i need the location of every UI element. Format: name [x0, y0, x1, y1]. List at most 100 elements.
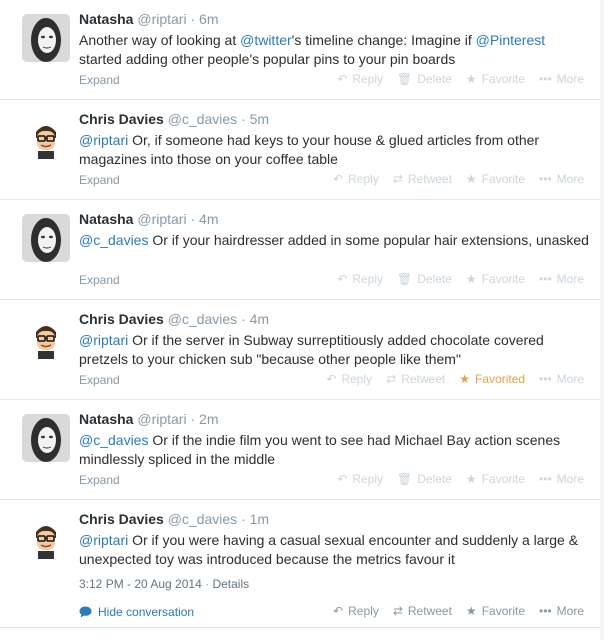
reply-button[interactable]: ↶ Reply [333, 172, 379, 186]
tweet-item-expanded[interactable]: Chris Davies @c_davies · 1m @riptari Or … [0, 500, 600, 628]
favorite-button[interactable]: ★ Favorite [466, 172, 525, 186]
tweet-text: @riptari Or, if someone had keys to your… [79, 131, 589, 169]
tweet-fullname[interactable]: Chris Davies [79, 511, 164, 527]
avatar-natasha[interactable] [22, 214, 70, 262]
retweet-button[interactable]: ⇄ Retweet [393, 604, 452, 618]
tweet-text: @c_davies Or if your hairdresser added i… [79, 231, 589, 250]
tweet-screen-name[interactable]: @riptari [137, 211, 186, 227]
expand-link[interactable]: Expand [79, 373, 120, 387]
delete-label: Delete [417, 272, 452, 286]
tweet-timestamp[interactable]: 1m [250, 511, 269, 527]
favorite-button[interactable]: ★ Favorite [466, 472, 525, 486]
tweet-header: Chris Davies @c_davies · 4m [79, 311, 269, 327]
tweet-item[interactable]: Chris Davies @c_davies · 4m @riptari Or … [0, 300, 600, 400]
avatar-natasha[interactable] [22, 14, 70, 62]
retweet-label: Retweet [407, 604, 452, 618]
more-button[interactable]: ••• More [539, 72, 584, 86]
hide-conversation-link[interactable]: Hide conversation [79, 605, 194, 619]
more-button[interactable]: ••• More [539, 272, 584, 286]
reply-label: Reply [341, 372, 373, 386]
tweet-screen-name[interactable]: @c_davies [168, 511, 237, 527]
tweet-actions: ↶ Reply 🗑 Delete ★ Favorite ••• More [337, 472, 584, 486]
tweet-text-part: Or, if someone had keys to your house & … [79, 132, 540, 167]
reply-button[interactable]: ↶ Reply [333, 604, 379, 618]
mention-link[interactable]: @riptari [79, 132, 128, 148]
reply-button[interactable]: ↶ Reply [337, 72, 383, 86]
favorite-star-icon: ★ [465, 72, 477, 86]
tweet-fullname[interactable]: Natasha [79, 211, 133, 227]
retweet-icon: ⇄ [386, 372, 397, 386]
tweet-fullname[interactable]: Natasha [79, 11, 133, 27]
favorite-button[interactable]: ★ Favorite [466, 604, 525, 618]
avatar-natasha[interactable] [22, 414, 70, 462]
separator-dot: · [241, 311, 246, 327]
more-button[interactable]: ••• More [539, 604, 584, 618]
expand-link[interactable]: Expand [79, 273, 120, 287]
mention-link[interactable]: @twitter [240, 32, 292, 48]
favorite-label: Favorite [481, 272, 526, 286]
tweet-timestamp[interactable]: 5m [250, 111, 269, 127]
tweet-item[interactable]: Natasha @riptari · 4m @c_davies Or if yo… [0, 200, 600, 300]
tweet-timestamp[interactable]: 6m [199, 11, 218, 27]
scrollbar[interactable] [600, 0, 604, 640]
tweet-timestamp[interactable]: 2m [199, 411, 218, 427]
reply-label: Reply [348, 172, 379, 186]
reply-button[interactable]: ↶ Reply [337, 272, 383, 286]
tweet-timestamp[interactable]: 4m [250, 311, 269, 327]
tweet-header: Natasha @riptari · 6m [79, 11, 218, 27]
expand-link[interactable]: Expand [79, 73, 120, 87]
delete-button[interactable]: 🗑 Delete [397, 472, 452, 486]
favorite-button[interactable]: ★ Favorite [466, 72, 525, 86]
favorite-button[interactable]: ★ Favorite [466, 272, 525, 286]
tweet-fullname[interactable]: Natasha [79, 411, 133, 427]
retweet-button[interactable]: ⇄ Retweet [393, 172, 452, 186]
favorite-star-icon: ★ [465, 172, 477, 186]
mention-link[interactable]: @c_davies [79, 432, 148, 448]
tweet-item[interactable]: Chris Davies @c_davies · 5m @riptari Or,… [0, 100, 600, 200]
avatar-chris-davies[interactable] [22, 314, 70, 362]
delete-button[interactable]: 🗑 Delete [397, 272, 452, 286]
retweet-icon: ⇄ [392, 604, 403, 618]
mention-link[interactable]: @riptari [79, 532, 128, 548]
tweet-timestamp[interactable]: 4m [199, 211, 218, 227]
tweet-screen-name[interactable]: @c_davies [168, 311, 237, 327]
reply-icon: ↶ [333, 604, 344, 618]
mention-link[interactable]: @c_davies [79, 232, 148, 248]
tweet-text: Another way of looking at @twitter's tim… [79, 31, 589, 69]
reply-button[interactable]: ↶ Reply [326, 372, 372, 386]
delete-icon: 🗑 [397, 272, 413, 286]
more-button[interactable]: ••• More [539, 472, 584, 486]
retweet-button[interactable]: ⇄ Retweet [386, 372, 445, 386]
mention-link[interactable]: @riptari [79, 332, 128, 348]
more-button[interactable]: ••• More [539, 372, 584, 386]
more-label: More [556, 604, 584, 618]
tweet-fullname[interactable]: Chris Davies [79, 111, 164, 127]
tweet-item[interactable]: Natasha @riptari · 2m @c_davies Or if th… [0, 400, 600, 500]
delete-button[interactable]: 🗑 Delete [397, 72, 452, 86]
more-dots-icon: ••• [539, 472, 552, 486]
more-button[interactable]: ••• More [539, 172, 584, 186]
delete-label: Delete [417, 72, 452, 86]
full-timestamp[interactable]: 3:12 PM - 20 Aug 2014 [79, 577, 202, 591]
tweet-text-part: 's timeline change: Imagine if [291, 32, 476, 48]
tweet-screen-name[interactable]: @riptari [137, 411, 186, 427]
tweet-screen-name[interactable]: @riptari [137, 11, 186, 27]
tweet-header: Chris Davies @c_davies · 1m [79, 511, 269, 527]
expand-link[interactable]: Expand [79, 173, 120, 187]
reply-button[interactable]: ↶ Reply [337, 472, 383, 486]
avatar-chris-davies[interactable] [22, 114, 70, 162]
favorite-label: Favorite [481, 472, 526, 486]
tweet-fullname[interactable]: Chris Davies [79, 311, 164, 327]
expand-link[interactable]: Expand [79, 473, 120, 487]
hide-conversation-label: Hide conversation [98, 605, 195, 619]
favorited-label: Favorited [475, 372, 526, 386]
details-link[interactable]: Details [212, 577, 249, 591]
tweet-screen-name[interactable]: @c_davies [168, 111, 237, 127]
separator-dot: · [190, 11, 196, 27]
tweet-item[interactable]: Natasha @riptari · 6m Another way of loo… [0, 0, 600, 100]
tweet-text-part: Another way of looking at [79, 32, 241, 48]
favorited-button[interactable]: ★ Favorited [459, 372, 525, 386]
avatar-chris-davies[interactable] [22, 514, 70, 562]
mention-link[interactable]: @Pinterest [476, 32, 545, 48]
favorite-label: Favorite [481, 604, 526, 618]
